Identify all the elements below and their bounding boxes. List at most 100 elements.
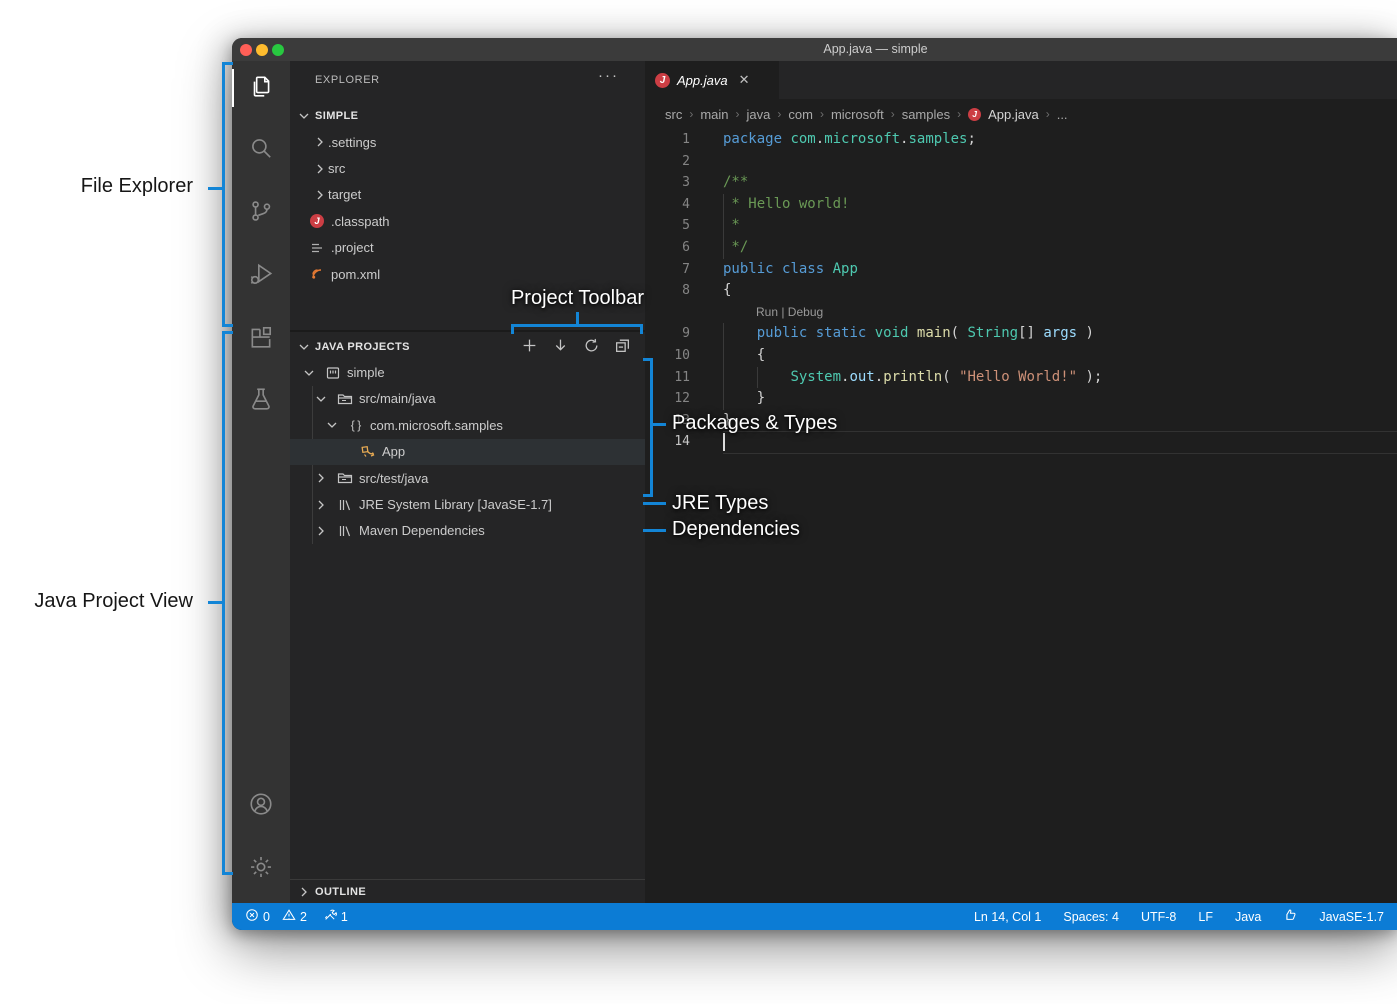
tree-row-maven-dependencies[interactable]: Maven Dependencies — [290, 518, 645, 544]
close-window-button[interactable] — [240, 44, 252, 56]
annotation-bracket-java-project-view — [222, 331, 233, 875]
collapse-all-icon[interactable] — [614, 337, 631, 357]
import-icon[interactable] — [552, 337, 569, 357]
activity-settings-button[interactable] — [232, 845, 290, 893]
tree-row-src-test-java[interactable]: src/test/java — [290, 465, 645, 491]
java-file-icon: J — [968, 108, 981, 121]
code-line[interactable]: 11 System.out.println( "Hello World!" ); — [645, 367, 1397, 389]
list-file-icon — [309, 240, 325, 256]
breadcrumb[interactable]: src› main› java› com› microsoft› samples… — [645, 99, 1397, 129]
titlebar[interactable]: App.java — simple — [232, 38, 1397, 61]
activity-source-control-button[interactable] — [232, 189, 290, 237]
code-line[interactable]: 10 { — [645, 345, 1397, 367]
section-simple-label: SIMPLE — [315, 110, 358, 122]
chevron-right-icon — [313, 497, 329, 513]
annotation-tick — [643, 502, 666, 505]
source-folder-icon — [337, 391, 353, 407]
add-project-icon[interactable] — [521, 337, 538, 357]
more-actions-icon[interactable]: ··· — [598, 67, 619, 84]
annotation-jre-types: JRE Types — [672, 492, 768, 515]
chevron-right-icon — [312, 134, 328, 150]
code-line[interactable]: 5 * — [645, 215, 1397, 237]
sidebar: EXPLORER ··· SIMPLE .settings src target — [290, 61, 645, 903]
project-icon — [325, 365, 341, 381]
chevron-right-icon — [313, 523, 329, 539]
library-icon — [337, 497, 353, 513]
java-runtime[interactable]: JavaSE-1.7 — [1319, 910, 1384, 924]
file-row-src[interactable]: src — [290, 155, 645, 181]
gear-icon — [248, 854, 274, 885]
minimize-window-button[interactable] — [256, 44, 268, 56]
code-line[interactable]: 2 — [645, 151, 1397, 173]
code-line[interactable]: 1package com.microsoft.samples; — [645, 129, 1397, 151]
file-row-classpath[interactable]: J .classpath — [290, 208, 645, 234]
code-line[interactable]: 7public class App — [645, 259, 1397, 281]
file-row-pom[interactable]: pom.xml — [290, 261, 645, 287]
encoding[interactable]: UTF-8 — [1141, 910, 1176, 924]
tree-row-src-main-java[interactable]: src/main/java — [290, 386, 645, 412]
tree-row-package[interactable]: { } com.microsoft.samples — [290, 412, 645, 438]
refresh-icon[interactable] — [583, 337, 600, 357]
language-mode[interactable]: Java — [1235, 910, 1261, 924]
code-area[interactable]: 1package com.microsoft.samples;23/**4 * … — [645, 129, 1397, 903]
file-row-target[interactable]: target — [290, 182, 645, 208]
code-line[interactable]: 4 * Hello world! — [645, 194, 1397, 216]
vscode-window: App.java — simple — [232, 38, 1397, 930]
breadcrumb-item[interactable]: com — [788, 107, 813, 122]
file-row-settings[interactable]: .settings — [290, 129, 645, 155]
feedback-icon[interactable] — [1283, 908, 1297, 925]
error-icon — [245, 908, 259, 925]
breadcrumb-item[interactable]: main — [700, 107, 728, 122]
activity-extensions-button[interactable] — [232, 315, 290, 363]
search-icon — [248, 135, 274, 166]
tree-row-jre-library[interactable]: JRE System Library [JavaSE-1.7] — [290, 491, 645, 517]
breadcrumb-item[interactable]: java — [747, 107, 771, 122]
tree-row-project-simple[interactable]: simple — [290, 359, 645, 385]
zoom-window-button[interactable] — [272, 44, 284, 56]
source-control-icon — [248, 198, 274, 229]
chevron-down-icon — [324, 417, 340, 433]
tasks-indicator[interactable]: 1 — [323, 908, 348, 925]
files-icon — [248, 73, 274, 104]
activity-explorer-button[interactable] — [232, 64, 290, 112]
breadcrumb-item-file[interactable]: App.java — [988, 107, 1039, 122]
tab-app-java[interactable]: J App.java ✕ — [645, 61, 779, 99]
code-line[interactable]: 6 */ — [645, 237, 1397, 259]
breadcrumb-item-more[interactable]: ... — [1057, 107, 1068, 122]
activity-search-button[interactable] — [232, 126, 290, 174]
problems-indicator[interactable]: 0 2 — [245, 908, 307, 925]
file-row-project[interactable]: .project — [290, 235, 645, 261]
explorer-title: EXPLORER — [315, 74, 380, 86]
source-folder-icon — [337, 470, 353, 486]
beaker-icon — [248, 386, 274, 417]
code-line[interactable]: 3/** — [645, 172, 1397, 194]
codelens-run-debug[interactable]: Run | Debug — [756, 302, 823, 324]
code-line[interactable]: 12 } — [645, 388, 1397, 410]
tree-row-class-app[interactable]: App — [290, 439, 645, 465]
indent-guide — [757, 367, 758, 389]
library-icon — [337, 523, 353, 539]
annotation-tick — [208, 601, 223, 604]
breadcrumb-item[interactable]: microsoft — [831, 107, 884, 122]
annotation-tick — [643, 529, 666, 532]
code-line[interactable]: 8{ — [645, 280, 1397, 302]
eol-sequence[interactable]: LF — [1198, 910, 1213, 924]
line-number: 3 — [645, 172, 690, 194]
section-outline[interactable]: OUTLINE — [290, 879, 645, 903]
activity-testing-button[interactable] — [232, 377, 290, 425]
section-simple[interactable]: SIMPLE — [290, 102, 645, 129]
code-line[interactable]: 9 public static void main( String[] args… — [645, 323, 1397, 345]
breadcrumb-item[interactable]: samples — [902, 107, 950, 122]
close-tab-icon[interactable]: ✕ — [739, 72, 750, 88]
java-file-icon: J — [655, 73, 670, 88]
cursor-position[interactable]: Ln 14, Col 1 — [974, 910, 1041, 924]
codelens-row[interactable]: Run | Debug — [645, 302, 1397, 324]
breadcrumb-item[interactable]: src — [665, 107, 682, 122]
extensions-icon — [248, 324, 274, 355]
activity-run-debug-button[interactable] — [232, 252, 290, 300]
indentation[interactable]: Spaces: 4 — [1063, 910, 1119, 924]
tab-bar[interactable]: J App.java ✕ — [645, 61, 1397, 99]
code-lines[interactable]: 1package com.microsoft.samples;23/**4 * … — [645, 129, 1397, 453]
annotation-bracket-packages-types — [643, 358, 653, 497]
activity-accounts-button[interactable] — [232, 782, 290, 830]
